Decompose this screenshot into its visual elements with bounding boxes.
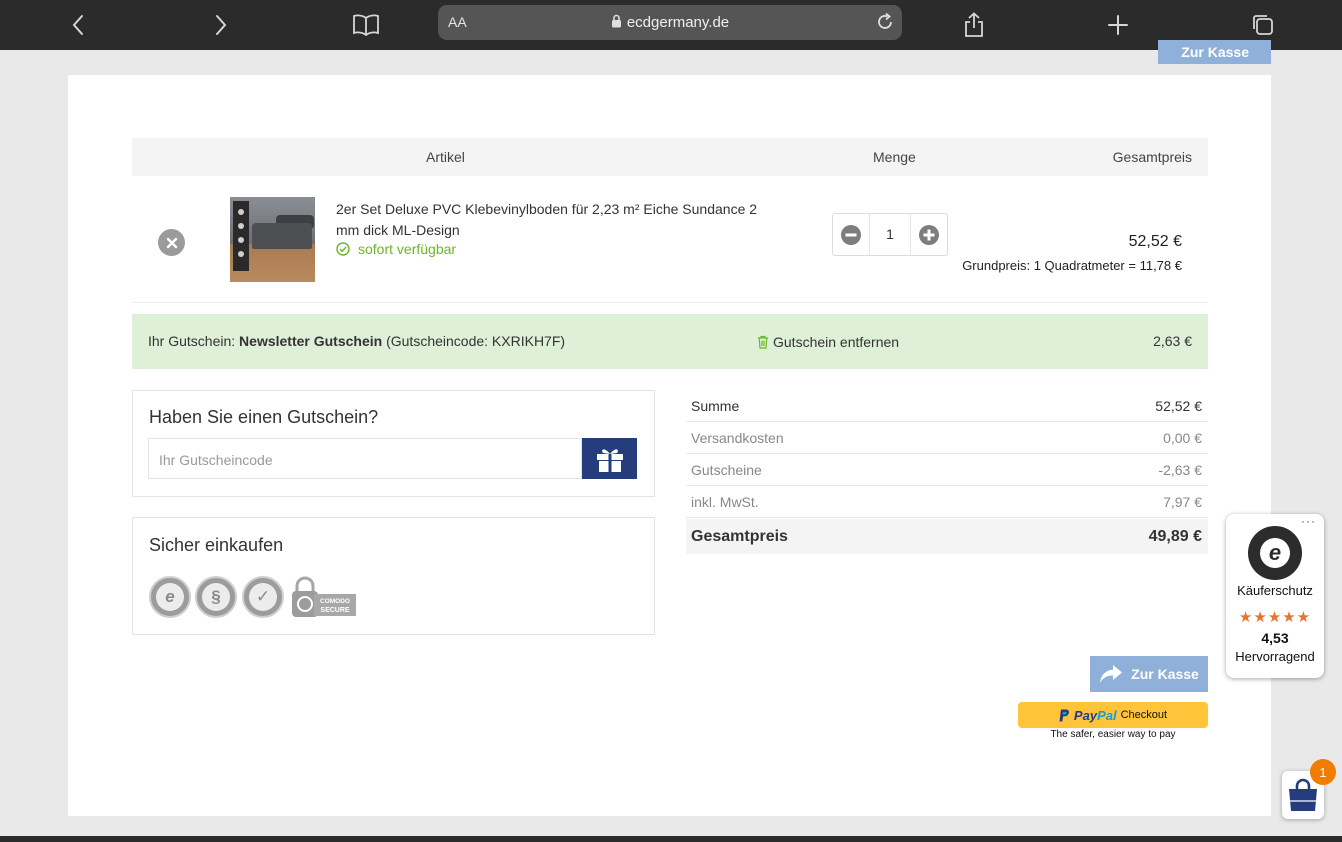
trusted-shops-logo-icon: e <box>1248 526 1302 580</box>
summary-total-value: 49,89 € <box>1148 528 1202 545</box>
quantity-value[interactable]: 1 <box>869 214 911 255</box>
trusted-shops-seal-icon: e <box>149 576 191 618</box>
decrease-quantity-button[interactable] <box>833 214 869 255</box>
summary-row-value: -2,63 € <box>1158 462 1202 478</box>
back-icon[interactable] <box>61 8 95 42</box>
close-icon <box>166 237 177 248</box>
remove-item-button[interactable] <box>158 229 185 256</box>
tabs-overview-icon[interactable] <box>1246 8 1280 42</box>
summary-row-label: inkl. MwSt. <box>691 494 759 510</box>
product-image[interactable] <box>230 197 315 282</box>
header-quantity: Menge <box>873 149 916 165</box>
bookmarks-icon[interactable] <box>349 8 383 42</box>
reload-icon[interactable] <box>874 11 896 38</box>
comodo-secure-seal-icon: COMODO SECURE <box>290 576 356 618</box>
header-total: Gesamtpreis <box>1112 149 1192 165</box>
quantity-stepper: 1 <box>832 213 948 256</box>
summary-row-value: 0,00 € <box>1163 430 1202 446</box>
availability-status: sofort verfügbar <box>336 241 456 257</box>
summary-total-label: Gesamtpreis <box>691 528 788 545</box>
bottom-bar <box>0 836 1342 842</box>
address-bar[interactable]: AA ecdgermany.de <box>438 5 902 40</box>
summary-row-value: 52,52 € <box>1155 398 1202 414</box>
cart-count-badge: 1 <box>1310 759 1336 785</box>
more-options-icon[interactable]: ··· <box>1301 514 1316 528</box>
product-title[interactable]: 2er Set Deluxe PVC Klebevinylboden für 2… <box>336 199 766 241</box>
summary-row: Gutscheine -2,63 € <box>686 454 1208 486</box>
lock-icon <box>611 14 621 28</box>
check-circle-icon <box>336 242 350 256</box>
shopping-bag-icon <box>1289 778 1317 811</box>
summary-row: Summe 52,52 € <box>686 390 1208 422</box>
rating-score: 4,53 <box>1261 630 1289 646</box>
paragraph-seal-icon: § <box>195 576 237 618</box>
paypal-checkout-button[interactable]: PayPal Checkout <box>1018 702 1208 728</box>
url-host: ecdgermany.de <box>438 14 902 31</box>
paypal-logo-text: PayPal <box>1073 707 1117 723</box>
buyer-protection-label: Käuferschutz <box>1237 583 1313 598</box>
item-price: 52,52 € <box>1128 233 1182 250</box>
row-divider <box>132 302 1208 303</box>
gift-icon <box>596 448 623 472</box>
rating-text: Hervorragend <box>1235 649 1315 664</box>
trusted-shops-widget[interactable]: ··· e Käuferschutz ★★★★★ 4,53 Hervorrage… <box>1226 514 1324 678</box>
checkout-button-top[interactable]: Zur Kasse <box>1158 40 1271 64</box>
summary-row: inkl. MwSt. 7,97 € <box>686 486 1208 518</box>
paypal-checkout-label: Checkout <box>1120 709 1168 721</box>
cart-table-header: Artikel Menge Gesamtpreis <box>132 138 1208 176</box>
paypal-tagline: The safer, easier way to pay <box>1050 729 1176 740</box>
checkout-button[interactable]: Zur Kasse <box>1090 656 1208 692</box>
checked-seal-icon: ✓ <box>242 576 284 618</box>
trash-icon <box>758 335 768 349</box>
voucher-description: Ihr Gutschein: Newsletter Gutschein (Gut… <box>148 333 566 349</box>
increase-quantity-button[interactable] <box>911 214 947 255</box>
browser-toolbar: AA ecdgermany.de <box>0 0 1342 50</box>
summary-row-label: Versandkosten <box>691 430 784 446</box>
base-price: Grundpreis: 1 Quadratmeter = 11,78 € <box>962 258 1182 273</box>
redeem-coupon-button[interactable] <box>582 438 637 479</box>
svg-text:SECURE: SECURE <box>320 607 350 614</box>
plus-circle-icon <box>919 224 939 245</box>
forward-icon[interactable] <box>204 8 238 42</box>
minus-circle-icon <box>841 224 861 245</box>
coupon-box-title: Haben Sie einen Gutschein? <box>149 407 379 427</box>
header-article: Artikel <box>426 149 465 165</box>
summary-total-row: Gesamtpreis 49,89 € <box>686 519 1208 554</box>
svg-text:COMODO: COMODO <box>320 598 350 605</box>
summary-row-label: Summe <box>691 398 740 414</box>
summary-row: Versandkosten 0,00 € <box>686 422 1208 454</box>
remove-voucher-link[interactable]: Gutschein entfernen <box>757 334 899 350</box>
voucher-name: Newsletter Gutschein <box>239 333 383 349</box>
voucher-amount: 2,63 € <box>1153 333 1192 349</box>
coupon-code-input[interactable]: Ihr Gutscheincode <box>148 438 582 479</box>
summary-row-label: Gutscheine <box>691 462 762 478</box>
applied-voucher-bar: Ihr Gutschein: Newsletter Gutschein (Gut… <box>132 314 1208 369</box>
rating-stars: ★★★★★ <box>1238 609 1312 626</box>
paypal-icon <box>1059 709 1069 721</box>
summary-row-value: 7,97 € <box>1163 494 1202 510</box>
share-arrow-icon <box>1100 665 1123 683</box>
new-tab-icon[interactable] <box>1101 8 1135 42</box>
secure-box-title: Sicher einkaufen <box>149 535 284 555</box>
share-icon[interactable] <box>957 8 991 42</box>
